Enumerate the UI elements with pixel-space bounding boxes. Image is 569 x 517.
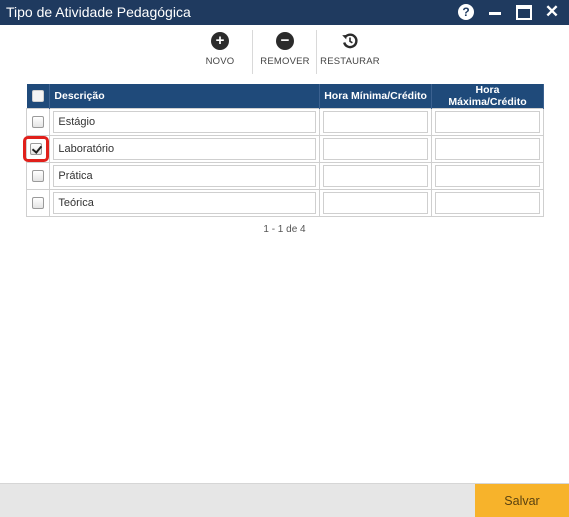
table-header-row: Descrição Hora Mínima/Crédito Hora Máxim… xyxy=(26,84,544,109)
hora-maxima-cell xyxy=(431,135,544,163)
table-row: Teórica xyxy=(25,189,544,217)
descricao-input[interactable]: Teórica xyxy=(53,192,317,214)
table-row: Estágio xyxy=(25,108,544,136)
hora-maxima-input[interactable] xyxy=(435,165,540,187)
header-hora-minima[interactable]: Hora Mínima/Crédito xyxy=(319,84,433,109)
row-checkbox[interactable] xyxy=(32,197,45,210)
table-row: Laboratório xyxy=(23,135,544,163)
hora-minima-input[interactable] xyxy=(323,111,429,133)
table-row: Prática xyxy=(25,162,544,190)
row-select-cell xyxy=(25,108,51,136)
hora-minima-cell xyxy=(319,108,433,136)
help-icon[interactable]: ? xyxy=(458,4,474,20)
select-all-cell xyxy=(26,84,51,109)
restore-icon xyxy=(341,32,359,50)
hora-maxima-input[interactable] xyxy=(435,111,540,133)
descricao-cell: Laboratório xyxy=(49,135,321,163)
toolbar: + NOVO − REMOVER RESTAURAR xyxy=(0,30,569,76)
novo-button[interactable]: + NOVO xyxy=(198,30,242,72)
novo-label: NOVO xyxy=(205,56,235,67)
hora-maxima-cell xyxy=(431,189,544,217)
minimize-icon[interactable] xyxy=(488,3,502,21)
pagination-info: 1 - 1 de 4 xyxy=(263,224,306,235)
window-title: Tipo de Atividade Pedagógica xyxy=(6,4,191,20)
hora-minima-cell xyxy=(319,162,433,190)
hora-maxima-cell xyxy=(431,162,544,190)
descricao-cell: Prática xyxy=(49,162,321,190)
window-titlebar: Tipo de Atividade Pedagógica ? ✕ xyxy=(0,0,569,25)
footer-bar: Salvar xyxy=(0,483,569,517)
hora-maxima-input[interactable] xyxy=(435,192,540,214)
row-select-cell xyxy=(25,162,51,190)
descricao-input[interactable]: Laboratório xyxy=(53,138,317,160)
hora-maxima-input[interactable] xyxy=(435,138,540,160)
hora-minima-cell xyxy=(319,135,433,163)
header-hora-maxima[interactable]: Hora Máxima/Crédito xyxy=(431,84,544,109)
save-button[interactable]: Salvar xyxy=(475,484,569,517)
hora-minima-cell xyxy=(319,189,433,217)
descricao-input[interactable]: Estágio xyxy=(53,111,317,133)
row-select-cell xyxy=(23,135,51,163)
row-checkbox[interactable] xyxy=(32,170,45,183)
remover-label: REMOVER xyxy=(260,56,310,67)
descricao-input[interactable]: Prática xyxy=(53,165,317,187)
hora-minima-input[interactable] xyxy=(323,192,429,214)
maximize-icon[interactable] xyxy=(516,4,532,20)
row-select-cell xyxy=(25,189,51,217)
descricao-cell: Estágio xyxy=(49,108,321,136)
minus-circle-icon: − xyxy=(276,32,294,50)
restaurar-button[interactable]: RESTAURAR xyxy=(320,30,380,72)
toolbar-divider xyxy=(316,30,317,74)
hora-minima-input[interactable] xyxy=(323,138,429,160)
remover-button[interactable]: − REMOVER xyxy=(258,30,312,72)
toolbar-divider xyxy=(252,30,253,74)
hora-maxima-cell xyxy=(431,108,544,136)
restaurar-label: RESTAURAR xyxy=(320,56,380,67)
row-checkbox-checked[interactable] xyxy=(30,143,43,155)
hora-minima-input[interactable] xyxy=(323,165,429,187)
plus-circle-icon: + xyxy=(211,32,229,50)
close-icon[interactable]: ✕ xyxy=(545,2,559,21)
header-descricao[interactable]: Descrição xyxy=(49,84,321,109)
row-checkbox[interactable] xyxy=(32,116,45,129)
activity-type-table: Descrição Hora Mínima/Crédito Hora Máxim… xyxy=(23,84,544,217)
select-all-checkbox[interactable] xyxy=(31,90,44,103)
checkbox-highlight xyxy=(23,136,50,162)
descricao-cell: Teórica xyxy=(49,189,321,217)
